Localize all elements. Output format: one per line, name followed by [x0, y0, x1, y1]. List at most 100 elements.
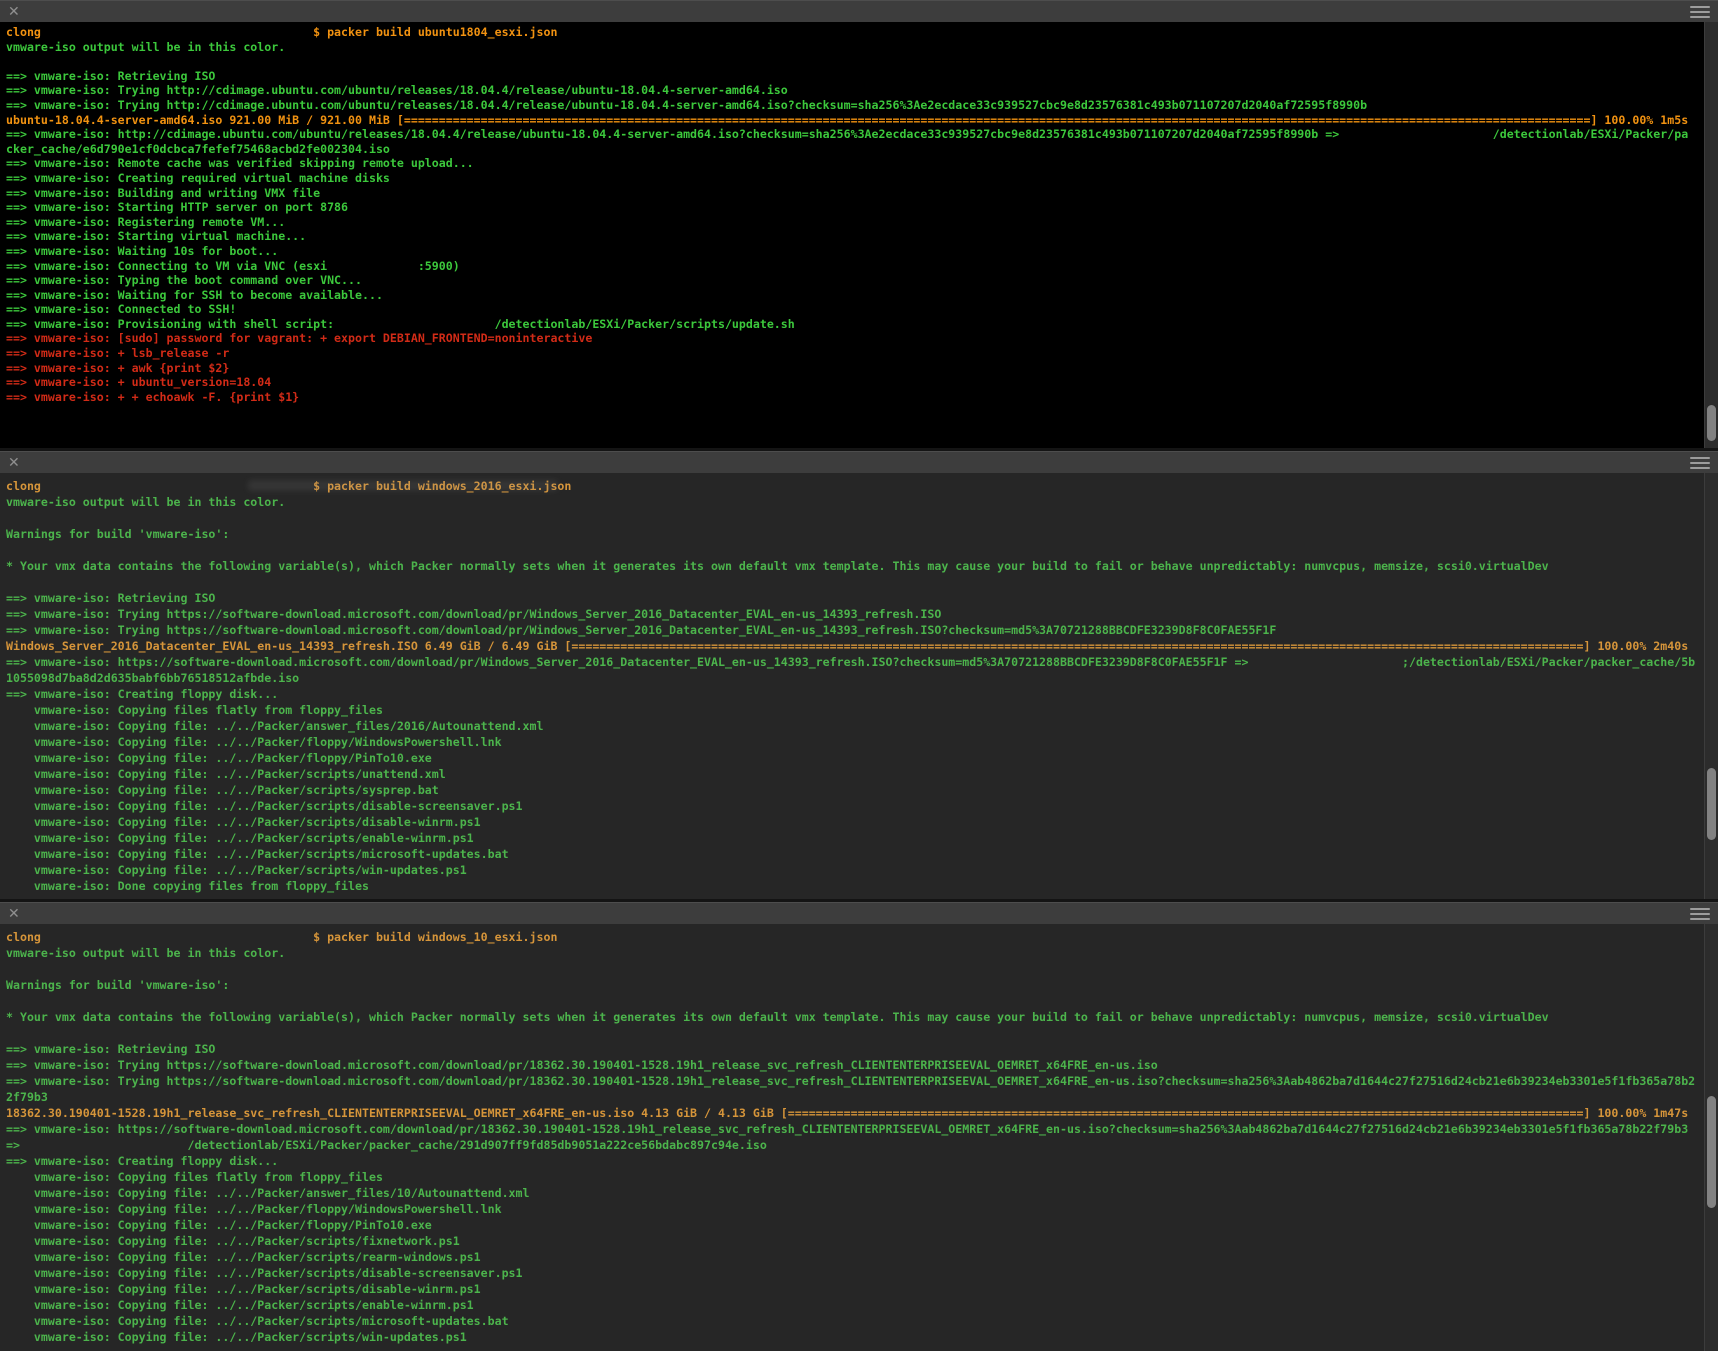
terminal-content[interactable]: clong $ packer build ubuntu1804_esxi.jso…	[0, 22, 1718, 448]
terminal-line: vmware-iso: Copying file: ../../Packer/s…	[6, 862, 1696, 878]
scrollbar[interactable]	[1704, 22, 1718, 448]
terminal-line: vmware-iso: Copying file: ../../Packer/s…	[6, 814, 1696, 830]
terminal-line: vmware-iso: Copying file: ../../Packer/s…	[6, 1249, 1696, 1265]
terminal-line: ==> vmware-iso: Remote cache was verifie…	[6, 156, 1696, 171]
terminal-line: vmware-iso: Copying file: ../../Packer/s…	[6, 1297, 1696, 1313]
terminal-line: ==> vmware-iso: Waiting for SSH to becom…	[6, 288, 1696, 303]
terminal-line: ==> vmware-iso: + + echoawk -F. {print $…	[6, 390, 1696, 405]
terminal-line: vmware-iso output will be in this color.	[6, 945, 1696, 961]
terminal-line: vmware-iso: Copying file: ../../Packer/s…	[6, 782, 1696, 798]
terminal-line: ==> vmware-iso: http://cdimage.ubuntu.co…	[6, 127, 1696, 142]
terminal-line	[6, 54, 1696, 69]
terminal-content[interactable]: clong $ packer build windows_10_esxi.jso…	[0, 924, 1718, 1351]
terminal-line: vmware-iso: Copying file: ../../Packer/s…	[6, 766, 1696, 782]
terminal-line: 18362.30.190401-1528.19h1_release_svc_re…	[6, 1105, 1696, 1121]
terminal-line: vmware-iso: Copying file: ../../Packer/f…	[6, 1201, 1696, 1217]
terminal-line: clong $ packer build windows_10_esxi.jso…	[6, 929, 1696, 945]
terminal-line: * Your vmx data contains the following v…	[6, 558, 1696, 574]
terminal-line: clong $ packer build ubuntu1804_esxi.jso…	[6, 25, 1696, 40]
terminal-line: vmware-iso: Done copying files from flop…	[6, 878, 1696, 894]
terminal-line: vmware-iso: Copying file: ../../Packer/s…	[6, 1329, 1696, 1345]
terminal-line	[6, 1025, 1696, 1041]
scrollbar-thumb[interactable]	[1707, 1096, 1716, 1208]
terminal-line	[6, 993, 1696, 1009]
terminal-line: ==> vmware-iso: Building and writing VMX…	[6, 186, 1696, 201]
terminal-line	[6, 510, 1696, 526]
terminal-line: ==> vmware-iso: Trying http://cdimage.ub…	[6, 98, 1696, 113]
terminal-line: vmware-iso: Copying file: ../../Packer/f…	[6, 1217, 1696, 1233]
terminal-line	[6, 574, 1696, 590]
terminal-line: ==> vmware-iso: Trying https://software-…	[6, 1057, 1696, 1073]
terminal-line: vmware-iso: Copying file: ../../Packer/s…	[6, 1265, 1696, 1281]
terminal-line: ==> vmware-iso: Retrieving ISO	[6, 1041, 1696, 1057]
terminal-line: vmware-iso: Copying file: ../../Packer/s…	[6, 846, 1696, 862]
terminal-output: clong $ packer build ubuntu1804_esxi.jso…	[0, 22, 1696, 404]
terminal-line: ==> vmware-iso: [sudo] password for vagr…	[6, 331, 1696, 346]
terminal-line: ==> vmware-iso: Creating floppy disk...	[6, 1153, 1696, 1169]
pane-titlebar[interactable]: ✕	[0, 902, 1718, 924]
terminal-line: => /detectionlab/ESXi/Packer/packer_cach…	[6, 1137, 1696, 1153]
terminal-line: ==> vmware-iso: Retrieving ISO	[6, 590, 1696, 606]
terminal-line: ==> vmware-iso: Waiting 10s for boot...	[6, 244, 1696, 259]
terminal-line: ==> vmware-iso: Trying https://software-…	[6, 606, 1696, 622]
terminal-line: ==> vmware-iso: Trying https://software-…	[6, 1073, 1696, 1089]
terminal-line: vmware-iso: Copying files flatly from fl…	[6, 1169, 1696, 1185]
terminal-line: ==> vmware-iso: https://software-downloa…	[6, 654, 1696, 670]
terminal-line	[6, 542, 1696, 558]
terminal-line: vmware-iso output will be in this color.	[6, 494, 1696, 510]
terminal-line: vmware-iso: Copying files flatly from fl…	[6, 702, 1696, 718]
terminal-output: clong $ packer build windows_10_esxi.jso…	[0, 924, 1696, 1345]
menu-icon[interactable]	[1690, 6, 1710, 18]
terminal-line: ==> vmware-iso: + lsb_release -r	[6, 346, 1696, 361]
menu-icon[interactable]	[1690, 457, 1710, 469]
pane-titlebar[interactable]: ✕	[0, 451, 1718, 473]
terminal-line: ==> vmware-iso: + awk {print $2}	[6, 361, 1696, 376]
terminal-line: ==> vmware-iso: + ubuntu_version=18.04	[6, 375, 1696, 390]
menu-icon[interactable]	[1690, 908, 1710, 920]
terminal-content[interactable]: clong $ packer build windows_2016_esxi.j…	[0, 473, 1718, 899]
scrollbar[interactable]	[1704, 473, 1718, 899]
close-icon[interactable]: ✕	[8, 907, 20, 921]
terminal-line: ==> vmware-iso: Creating floppy disk...	[6, 686, 1696, 702]
terminal-line: * Your vmx data contains the following v…	[6, 1009, 1696, 1025]
terminal-line: ==> vmware-iso: Retrieving ISO	[6, 69, 1696, 84]
terminal-line: ==> vmware-iso: Provisioning with shell …	[6, 317, 1696, 332]
scrollbar-thumb[interactable]	[1707, 768, 1716, 840]
terminal-output: clong $ packer build windows_2016_esxi.j…	[0, 473, 1696, 894]
terminal-window: ✕ clong $ packer build ubuntu1804_esxi.j…	[0, 0, 1718, 1351]
terminal-line: vmware-iso output will be in this color.	[6, 40, 1696, 55]
terminal-line: vmware-iso: Copying file: ../../Packer/f…	[6, 750, 1696, 766]
terminal-line: Windows_Server_2016_Datacenter_EVAL_en-u…	[6, 638, 1696, 654]
terminal-line: vmware-iso: Copying file: ../../Packer/s…	[6, 798, 1696, 814]
terminal-line: 1055098d7ba8d2d635babf6bb76518512afbde.i…	[6, 670, 1696, 686]
pane-ubuntu-build: ✕ clong $ packer build ubuntu1804_esxi.j…	[0, 0, 1718, 448]
terminal-line: ==> vmware-iso: https://software-downloa…	[6, 1121, 1696, 1137]
terminal-line: vmware-iso: Copying file: ../../Packer/f…	[6, 734, 1696, 750]
terminal-line: vmware-iso: Copying file: ../../Packer/s…	[6, 1233, 1696, 1249]
terminal-line: vmware-iso: Copying file: ../../Packer/a…	[6, 1185, 1696, 1201]
terminal-line: ==> vmware-iso: Trying http://cdimage.ub…	[6, 83, 1696, 98]
scrollbar[interactable]	[1704, 924, 1718, 1351]
terminal-line: ==> vmware-iso: Starting HTTP server on …	[6, 200, 1696, 215]
redaction-smudge	[248, 480, 558, 491]
terminal-line: 2f79b3	[6, 1089, 1696, 1105]
terminal-line: ==> vmware-iso: Starting virtual machine…	[6, 229, 1696, 244]
terminal-line: ==> vmware-iso: Connecting to VM via VNC…	[6, 259, 1696, 274]
terminal-line: ==> vmware-iso: Creating required virtua…	[6, 171, 1696, 186]
close-icon[interactable]: ✕	[8, 456, 20, 470]
terminal-line: vmware-iso: Copying file: ../../Packer/s…	[6, 830, 1696, 846]
terminal-line: ubuntu-18.04.4-server-amd64.iso 921.00 M…	[6, 113, 1696, 128]
pane-titlebar[interactable]: ✕	[0, 0, 1718, 22]
terminal-line: ==> vmware-iso: Connected to SSH!	[6, 302, 1696, 317]
terminal-line	[6, 961, 1696, 977]
terminal-line: ==> vmware-iso: Trying https://software-…	[6, 622, 1696, 638]
terminal-line: vmware-iso: Copying file: ../../Packer/s…	[6, 1281, 1696, 1297]
terminal-line: cker_cache/e6d790e1cf0dcbca7fefef75468ac…	[6, 142, 1696, 157]
terminal-line: ==> vmware-iso: Registering remote VM...	[6, 215, 1696, 230]
pane-windows10-build: ✕ clong $ packer build windows_10_esxi.j…	[0, 902, 1718, 1351]
close-icon[interactable]: ✕	[8, 5, 20, 19]
scrollbar-thumb[interactable]	[1707, 405, 1716, 441]
terminal-line: vmware-iso: Copying file: ../../Packer/a…	[6, 718, 1696, 734]
pane-windows2016-build: ✕ clong $ packer build windows_2016_esxi…	[0, 451, 1718, 899]
terminal-line: Warnings for build 'vmware-iso':	[6, 526, 1696, 542]
